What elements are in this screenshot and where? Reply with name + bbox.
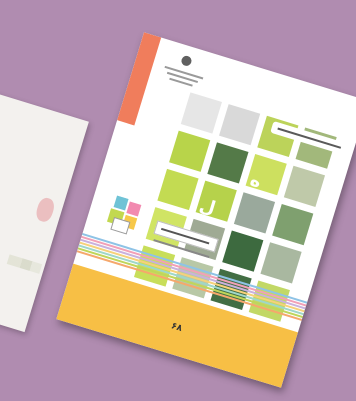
cover-tile [283,165,326,207]
cover-tile [157,168,199,211]
cover-tile [169,130,211,172]
cover-tile [180,92,222,134]
cover-tile [222,230,264,272]
cover-artwork [34,196,57,224]
tile-grid [133,32,356,322]
cover-tile [260,242,302,284]
cover-tile [207,142,249,184]
cover-tile [219,104,261,146]
publisher-logo-icon [180,54,193,68]
cover-pattern [6,254,43,274]
photo-scene: ه ل ۶۸ [0,0,356,401]
spine-stripe [117,32,162,126]
cover-tile [233,192,276,234]
textbook-cover: ه ل ۶۸ [56,32,356,388]
cover-tile [272,203,314,246]
colorful-cube-icon [106,195,142,235]
